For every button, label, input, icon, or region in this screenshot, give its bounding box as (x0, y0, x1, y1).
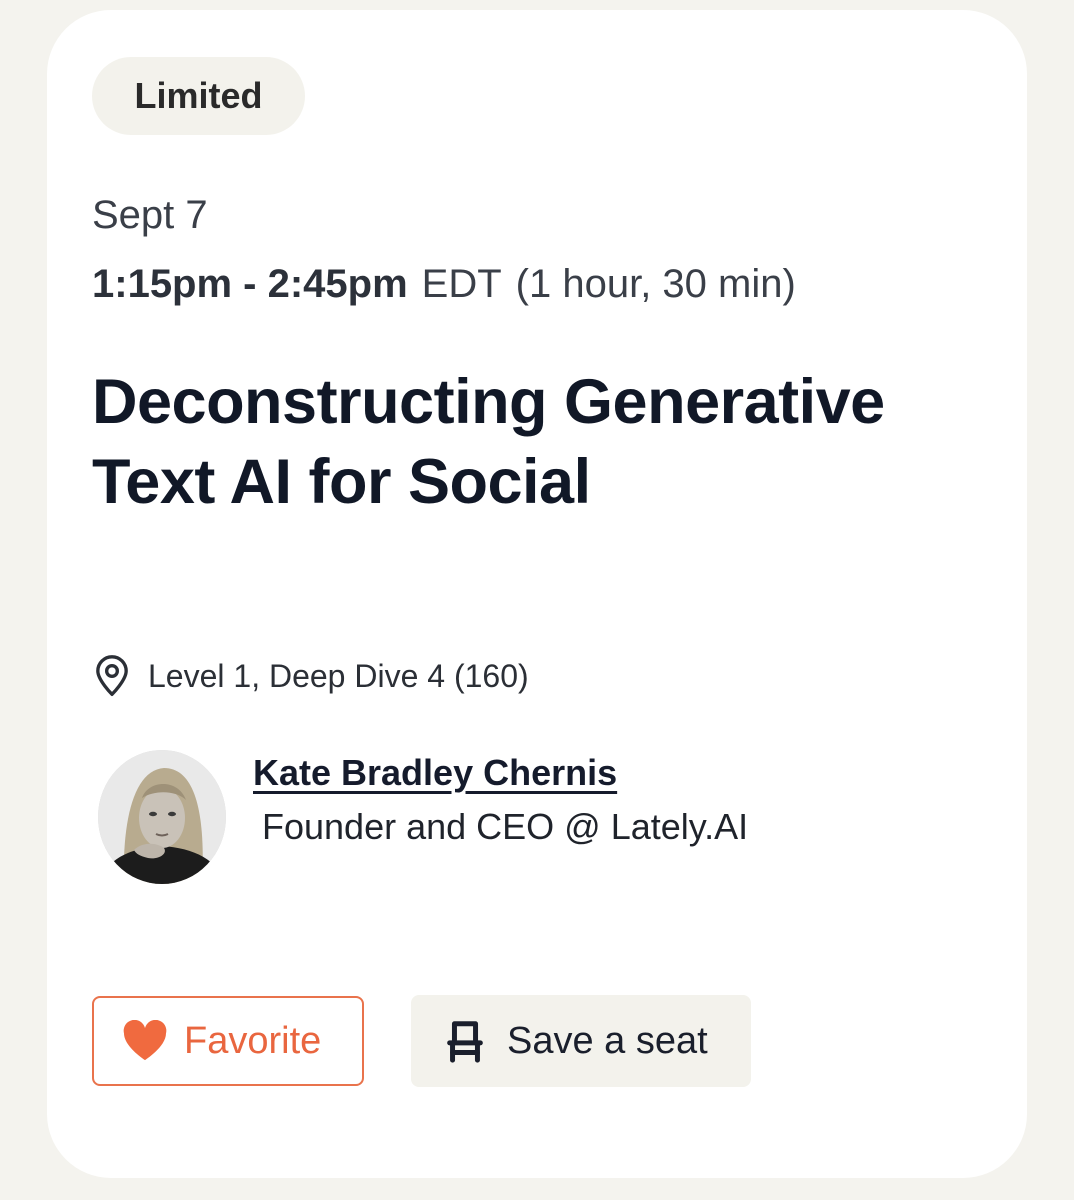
speaker-role: Founder and CEO @ Lately.AI (262, 806, 749, 847)
time-range: 1:15pm - 2:45pm (92, 262, 408, 306)
session-location: Level 1, Deep Dive 4 (160) (92, 652, 529, 700)
timezone: EDT (421, 262, 502, 306)
favorite-label: Favorite (184, 1019, 322, 1062)
chair-icon (447, 1021, 483, 1063)
duration: (1 hour, 30 min) (515, 262, 796, 306)
session-date: Sept 7 (92, 193, 208, 237)
speaker-name-link[interactable]: Kate Bradley Chernis (253, 752, 617, 794)
save-seat-label: Save a seat (507, 1019, 708, 1062)
favorite-button[interactable]: Favorite (92, 996, 364, 1086)
session-title: Deconstructing Generative Text AI for So… (92, 367, 885, 517)
speaker-avatar (98, 750, 226, 884)
save-seat-button[interactable]: Save a seat (411, 995, 751, 1087)
availability-badge: Limited (92, 57, 305, 135)
map-pin-icon (96, 655, 128, 696)
location-label: Level 1, Deep Dive 4 (160) (148, 657, 529, 694)
session-time: 1:15pm - 2:45pm EDT (1 hour, 30 min) (92, 258, 796, 310)
heart-icon (123, 1020, 167, 1061)
